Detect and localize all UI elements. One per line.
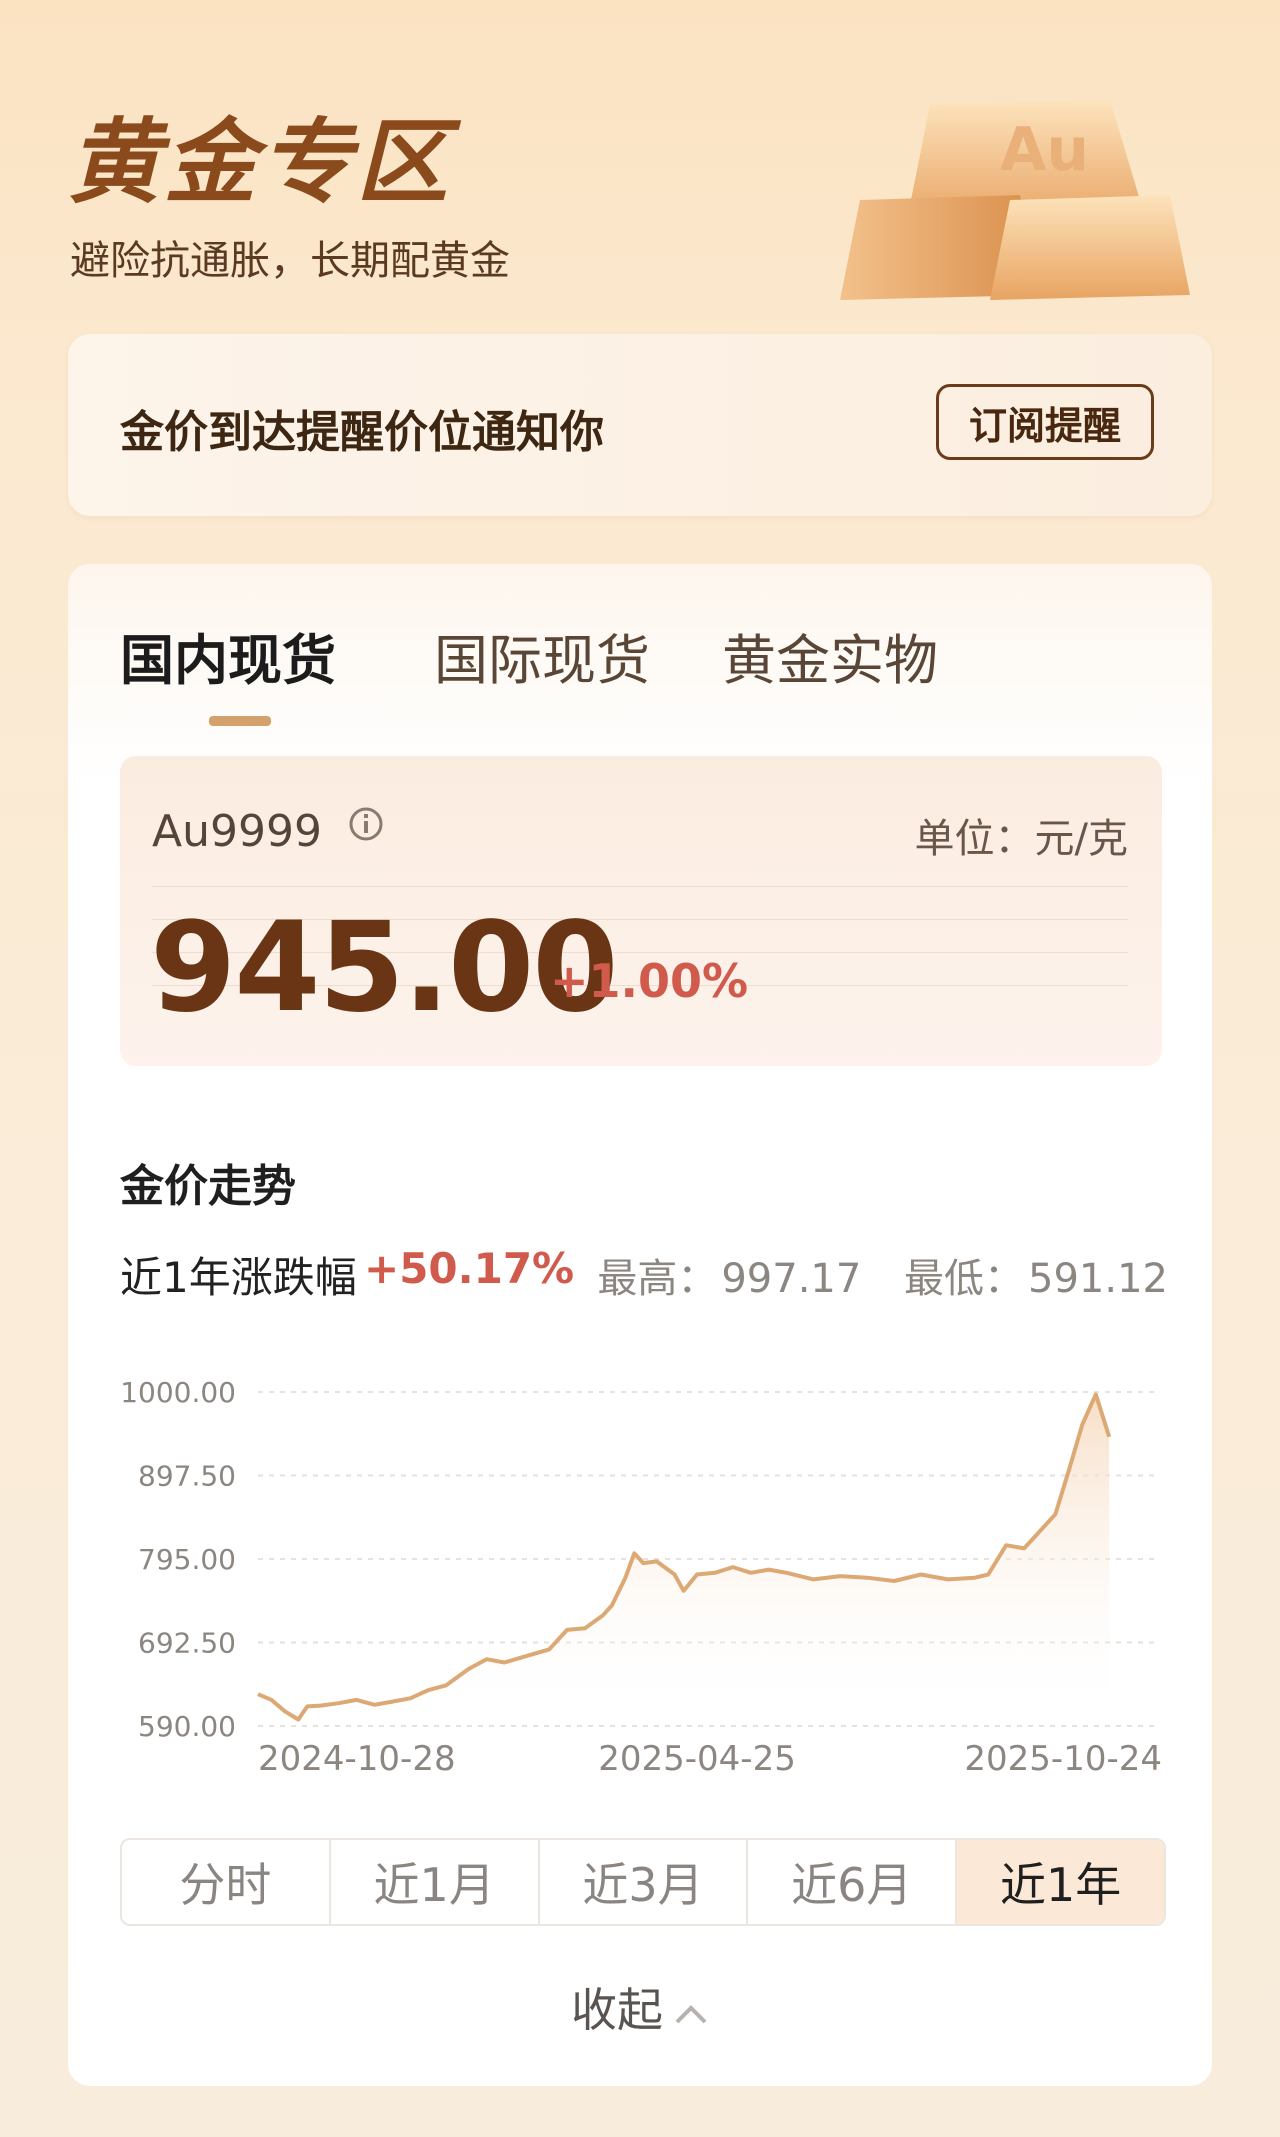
high-low-stats: 最高： 997.17 最低： 591.12 <box>593 1246 1168 1304</box>
collapse-button[interactable]: 收起 <box>68 1974 1212 2040</box>
chevron-up-icon <box>675 2004 707 2023</box>
tab-physical-gold[interactable]: 黄金实物 <box>722 616 938 695</box>
range-label: 近1年涨跌幅 <box>120 1253 357 1302</box>
y-tick-label: 795.00 <box>138 1543 236 1576</box>
page-subtitle: 避险抗通胀，长期配黄金 <box>70 238 510 284</box>
low-label: 最低： <box>904 1256 1025 1302</box>
price-area-fill <box>258 1394 1110 1726</box>
period-1-year[interactable]: 近1年 <box>957 1840 1164 1924</box>
price-unit: 单位：元/克 <box>914 816 1128 862</box>
info-icon[interactable] <box>348 806 384 842</box>
x-tick-label: 2024-10-28 <box>258 1739 456 1774</box>
quote-panel: Au9999 单位：元/克 945.00 +1.00% <box>120 756 1162 1066</box>
au-engraving: Au <box>1000 115 1089 185</box>
active-tab-indicator <box>209 716 271 726</box>
low-value: 591.12 <box>1028 1256 1168 1302</box>
gold-price-card: 国内现货 国际现货 黄金实物 Au9999 单位：元/克 945.00 +1.0… <box>68 564 1212 2086</box>
gold-bars-illustration: Au <box>840 100 1190 300</box>
x-tick-label: 2025-10-24 <box>964 1739 1162 1774</box>
period-selector: 分时 近1月 近3月 近6月 近1年 <box>120 1838 1166 1926</box>
subscribe-alert-button[interactable]: 订阅提醒 <box>936 384 1154 460</box>
price-alert-card: 金价到达提醒价位通知你 订阅提醒 <box>68 334 1212 516</box>
y-tick-label: 590.00 <box>138 1710 236 1743</box>
current-price: 945.00 <box>150 896 619 1040</box>
period-6-months[interactable]: 近6月 <box>748 1840 958 1924</box>
instrument-code: Au9999 <box>152 806 322 857</box>
trend-title: 金价走势 <box>120 1161 296 1212</box>
alert-text: 金价到达提醒价位通知你 <box>120 407 604 458</box>
period-1-month[interactable]: 近1月 <box>331 1840 540 1924</box>
range-value: +50.17% <box>364 1244 575 1293</box>
page-title: 黄金专区 <box>68 109 453 216</box>
y-tick-label: 897.50 <box>138 1460 236 1493</box>
period-intraday[interactable]: 分时 <box>122 1840 331 1924</box>
gold-price-chart[interactable]: 1000.00 897.50 795.00 692.50 590.00 2024-10-2… <box>68 1354 1212 1774</box>
x-tick-label: 2025-04-25 <box>598 1739 796 1774</box>
y-tick-label: 692.50 <box>138 1627 236 1660</box>
y-tick-label: 1000.00 <box>120 1376 236 1409</box>
high-label: 最高： <box>597 1256 718 1302</box>
tab-international-spot[interactable]: 国际现货 <box>434 616 650 695</box>
high-value: 997.17 <box>721 1256 862 1302</box>
tab-domestic-spot[interactable]: 国内现货 <box>120 616 336 695</box>
collapse-label: 收起 <box>571 1983 663 2037</box>
price-change: +1.00% <box>550 954 749 1008</box>
period-3-months[interactable]: 近3月 <box>540 1840 749 1924</box>
